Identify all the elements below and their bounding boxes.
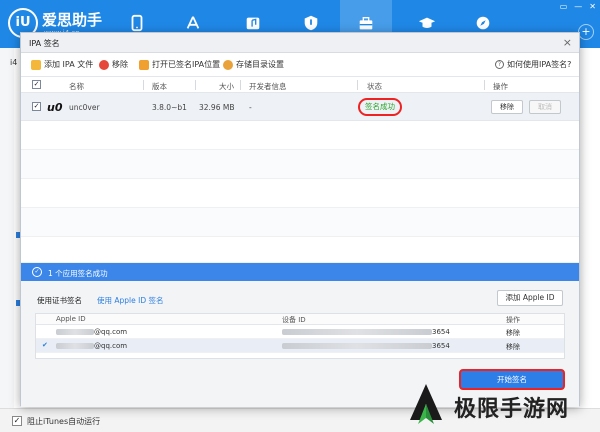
apple-id-remove-link[interactable]: 移除 <box>506 328 520 338</box>
check-circle-icon: ✓ <box>32 267 42 277</box>
column-header-status: 状态 <box>367 82 382 91</box>
window-close-button[interactable]: ✕ <box>589 2 596 11</box>
add-apple-id-button[interactable]: 添加 Apple ID <box>497 290 563 306</box>
folder-plus-icon <box>31 59 41 70</box>
apple-id-row[interactable]: @qq.com 3654 移除 <box>36 325 564 339</box>
sign-status-text: 1 个应用签名成功 <box>48 269 108 278</box>
apple-id-remove-link[interactable]: 移除 <box>506 342 520 352</box>
table-row[interactable]: ✓ u0 unc0ver 3.8.0~b1 32.96 MB - 签名成功 移除… <box>21 93 579 121</box>
close-icon[interactable]: × <box>563 36 572 49</box>
tab-apple-id-sign[interactable]: 使用 Apple ID 签名 <box>97 295 164 306</box>
empty-row <box>21 179 579 208</box>
remove-icon <box>99 59 109 70</box>
apple-id-row[interactable]: ✔ @qq.com 3654 移除 <box>36 339 564 353</box>
watermark-logo-icon <box>410 384 442 424</box>
gear-icon <box>223 59 233 70</box>
app-developer: - <box>249 103 252 112</box>
folder-icon <box>139 59 149 70</box>
background-sidebar <box>0 48 14 408</box>
column-header-developer: 开发者信息 <box>249 82 287 91</box>
selected-check-icon: ✔ <box>42 341 48 349</box>
empty-row <box>21 150 579 179</box>
itunes-checkbox[interactable]: ✓ <box>12 416 22 426</box>
help-icon: ? <box>495 60 504 69</box>
column-header-size: 大小 <box>219 82 234 91</box>
ipa-sign-dialog: IPA 签名 × 添加 IPA 文件 移除 打开已签名IPA位置 存储目录设置 … <box>20 32 580 407</box>
app-icon: u0 <box>47 101 63 114</box>
app-name: unc0ver <box>69 103 100 112</box>
apple-id-email: @qq.com <box>56 328 127 336</box>
device-id: 3654 <box>282 342 450 350</box>
dialog-title: IPA 签名 <box>29 39 60 48</box>
open-location-label: 打开已签名IPA位置 <box>152 60 221 69</box>
window-maximize-button[interactable]: ▭ <box>560 2 568 11</box>
sign-status-bar: ✓ 1 个应用签名成功 <box>21 263 579 281</box>
app-size: 32.96 MB <box>199 103 235 112</box>
column-header-device-id: 设备 ID <box>282 316 306 324</box>
column-header-version: 版本 <box>152 82 167 91</box>
background-label: i4 <box>10 58 18 67</box>
watermark: 极限手游网 <box>402 378 598 432</box>
open-signed-location-button[interactable]: 打开已签名IPA位置 <box>139 59 220 70</box>
empty-row <box>21 237 579 263</box>
storage-settings-button[interactable]: 存储目录设置 <box>223 59 284 70</box>
column-header-operation: 操作 <box>506 316 520 324</box>
tab-certificate-sign[interactable]: 使用证书签名 <box>37 295 82 306</box>
apple-id-table-header: Apple ID 设备 ID 操作 <box>36 314 564 325</box>
row-remove-button[interactable]: 移除 <box>491 100 523 114</box>
dialog-toolbar: 添加 IPA 文件 移除 打开已签名IPA位置 存储目录设置 ? 如何使用IPA… <box>21 53 579 77</box>
empty-row <box>21 208 579 237</box>
brand-name: 爱思助手 <box>42 11 103 29</box>
add-ipa-label: 添加 IPA 文件 <box>44 60 94 69</box>
row-checkbox[interactable]: ✓ <box>32 102 41 111</box>
window-minimize-button[interactable]: — <box>574 2 582 11</box>
add-ipa-button[interactable]: 添加 IPA 文件 <box>31 59 93 70</box>
plus-icon[interactable]: + <box>578 24 594 40</box>
remove-button[interactable]: 移除 <box>99 59 128 70</box>
help-label: 如何使用IPA签名? <box>507 60 572 69</box>
help-link[interactable]: ? 如何使用IPA签名? <box>495 59 571 70</box>
remove-label: 移除 <box>112 60 128 69</box>
apple-id-table: Apple ID 设备 ID 操作 @qq.com 3654 移除 ✔ @qq.… <box>35 313 565 359</box>
column-header-actions: 操作 <box>493 82 508 91</box>
itunes-label: 阻止iTunes自动运行 <box>27 417 101 426</box>
storage-settings-label: 存储目录设置 <box>236 60 284 69</box>
app-version: 3.8.0~b1 <box>152 103 187 112</box>
column-header-apple-id: Apple ID <box>56 315 86 323</box>
row-cancel-button[interactable]: 取消 <box>529 100 561 114</box>
device-id: 3654 <box>282 328 450 336</box>
window-controls: ▭ — ✕ <box>560 2 596 11</box>
column-header-name: 名称 <box>69 82 84 91</box>
empty-row <box>21 121 579 150</box>
dialog-titlebar: IPA 签名 × <box>21 33 579 53</box>
select-all-checkbox[interactable]: ✓ <box>32 80 41 89</box>
status-badge: 签名成功 <box>358 98 402 116</box>
table-header: ✓ 名称 版本 大小 开发者信息 状态 操作 <box>21 77 579 93</box>
apple-id-email: @qq.com <box>56 342 127 350</box>
watermark-text: 极限手游网 <box>454 397 570 422</box>
